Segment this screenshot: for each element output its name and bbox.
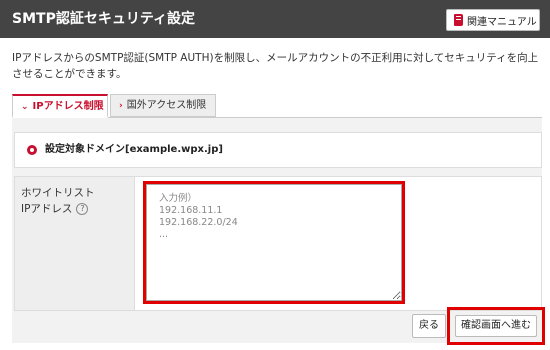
confirm-button-highlight: 確認画面へ進む (447, 307, 545, 345)
related-manual-label: 関連マニュアル (467, 16, 537, 28)
whitelist-label-line2-row: IPアドレス? (21, 201, 134, 217)
back-button[interactable]: 戻る (412, 314, 446, 338)
target-domain-box: 設定対象ドメイン[example.wpx.jp] (14, 132, 542, 168)
whitelist-label-line2: IPアドレス (21, 203, 73, 215)
page-description: IPアドレスからのSMTP認証(SMTP AUTH)を制限し、メールアカウントの… (12, 52, 539, 80)
textarea-highlight (143, 181, 405, 304)
tab-ip-restriction[interactable]: ⌄ IPアドレス制限 (12, 94, 108, 118)
page-header: SMTP認証セキュリティ設定 関連マニュアル (0, 0, 550, 38)
radio-marker-icon (27, 145, 37, 155)
whitelist-form-row: ホワイトリスト IPアドレス? (14, 176, 542, 311)
tab-ip-restriction-label: IPアドレス制限 (32, 101, 104, 112)
tab-bar: ⌄ IPアドレス制限 › 国外アクセス制限 (12, 94, 542, 118)
tab-overseas-access-restriction[interactable]: › 国外アクセス制限 (110, 94, 216, 117)
tab-overseas-access-restriction-label: 国外アクセス制限 (126, 100, 207, 111)
proceed-to-confirm-button[interactable]: 確認画面へ進む (455, 315, 537, 337)
chevron-down-icon: ⌄ (21, 102, 29, 112)
help-icon[interactable]: ? (76, 203, 89, 215)
whitelist-ip-textarea[interactable] (146, 184, 402, 301)
related-manual-button[interactable]: 関連マニュアル (446, 9, 540, 31)
page-title: SMTP認証セキュリティ設定 (12, 11, 195, 27)
target-domain-label: 設定対象ドメイン[example.wpx.jp] (45, 144, 223, 155)
whitelist-label-cell: ホワイトリスト IPアドレス? (15, 177, 135, 310)
whitelist-label-line1: ホワイトリスト (21, 187, 95, 199)
chevron-right-icon: › (119, 101, 123, 111)
book-icon (454, 14, 463, 26)
